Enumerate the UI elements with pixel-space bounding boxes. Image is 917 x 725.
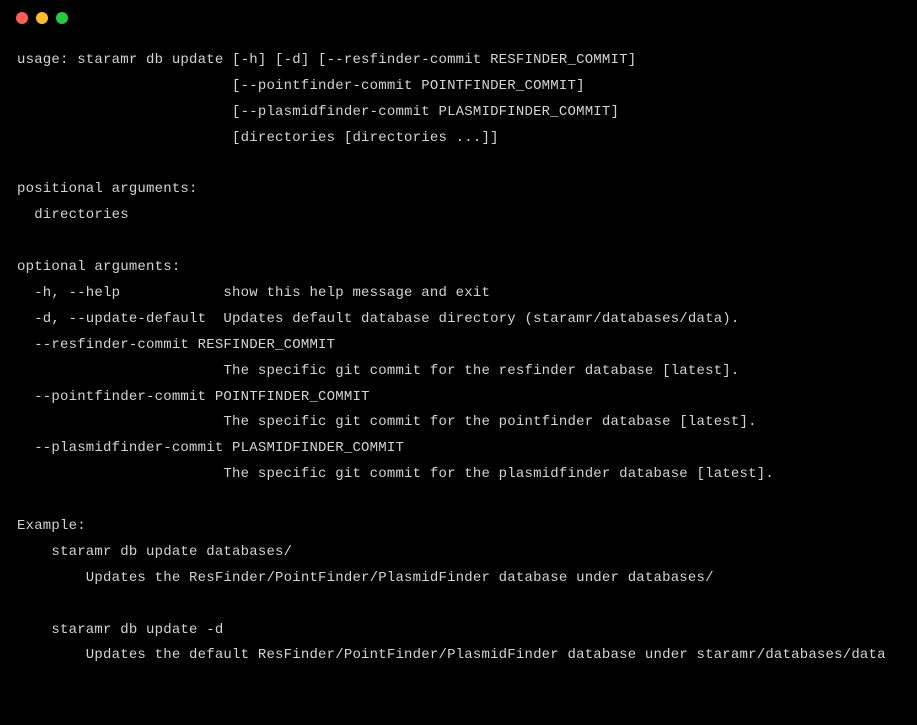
- window-titlebar: [0, 0, 917, 36]
- terminal-line: --resfinder-commit RESFINDER_COMMIT: [17, 337, 335, 353]
- terminal-line: [directories [directories ...]]: [17, 130, 499, 146]
- terminal-line: optional arguments:: [17, 259, 180, 275]
- terminal-line: The specific git commit for the pointfin…: [17, 414, 757, 430]
- terminal-line: Updates the default ResFinder/PointFinde…: [17, 647, 886, 663]
- terminal-line: directories: [17, 207, 129, 223]
- terminal-line: positional arguments:: [17, 181, 198, 197]
- terminal-line: staramr db update -d: [17, 622, 223, 638]
- terminal-line: Example:: [17, 518, 86, 534]
- close-icon[interactable]: [16, 12, 28, 24]
- terminal-line: usage: staramr db update [-h] [-d] [--re…: [17, 52, 636, 68]
- terminal-line: The specific git commit for the resfinde…: [17, 363, 740, 379]
- terminal-line: -d, --update-default Updates default dat…: [17, 311, 740, 327]
- terminal-output: usage: staramr db update [-h] [-d] [--re…: [0, 36, 917, 669]
- terminal-line: --pointfinder-commit POINTFINDER_COMMIT: [17, 389, 370, 405]
- terminal-line: [--pointfinder-commit POINTFINDER_COMMIT…: [17, 78, 585, 94]
- terminal-line: staramr db update databases/: [17, 544, 292, 560]
- minimize-icon[interactable]: [36, 12, 48, 24]
- terminal-line: --plasmidfinder-commit PLASMIDFINDER_COM…: [17, 440, 404, 456]
- terminal-line: Updates the ResFinder/PointFinder/Plasmi…: [17, 570, 714, 586]
- terminal-line: -h, --help show this help message and ex…: [17, 285, 490, 301]
- terminal-line: [--plasmidfinder-commit PLASMIDFINDER_CO…: [17, 104, 619, 120]
- maximize-icon[interactable]: [56, 12, 68, 24]
- terminal-line: The specific git commit for the plasmidf…: [17, 466, 774, 482]
